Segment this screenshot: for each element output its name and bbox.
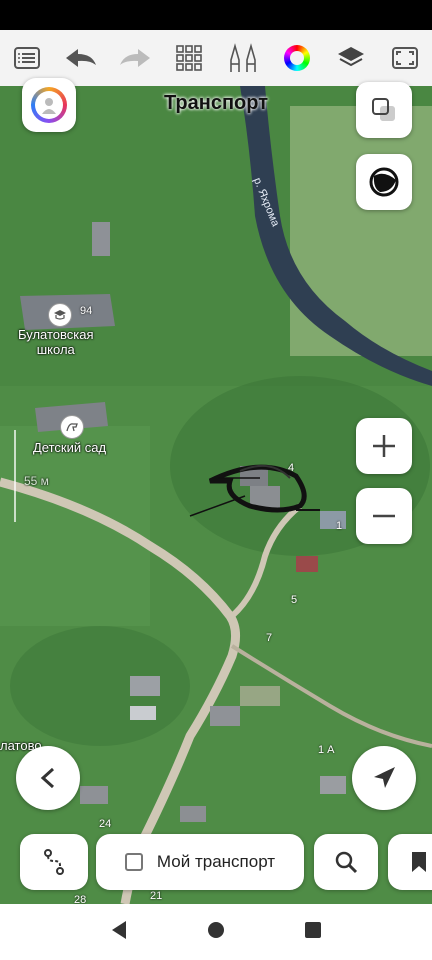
layers-icon <box>372 98 395 121</box>
house-number: 5 <box>291 594 298 606</box>
kindergarten-icon[interactable] <box>60 415 84 439</box>
kindergarten-label[interactable]: Детский сад <box>33 440 106 455</box>
my-transport-checkbox[interactable] <box>124 853 143 871</box>
my-location-button[interactable] <box>352 746 416 810</box>
route-button[interactable] <box>20 834 88 890</box>
traffic-button[interactable] <box>356 154 412 210</box>
minus-icon <box>373 514 395 518</box>
house-number: 1 <box>336 520 343 532</box>
house-number: 1 А <box>318 744 335 756</box>
search-icon <box>335 851 358 874</box>
navigation-arrow-icon <box>374 767 395 788</box>
system-nav-bar <box>0 904 432 960</box>
school-label[interactable]: Булатовская школа <box>18 327 94 357</box>
school-icon[interactable] <box>48 303 72 327</box>
my-transport-label: Мой транспорт <box>156 852 276 871</box>
chevron-left-icon <box>40 767 55 789</box>
house-number: 94 <box>80 305 93 317</box>
traffic-circle-icon <box>369 167 399 197</box>
color-wheel-icon[interactable] <box>277 38 317 78</box>
bookmarks-button[interactable] <box>388 834 432 890</box>
grid-icon[interactable] <box>169 38 209 78</box>
house-number: 21 <box>150 890 163 902</box>
layers-icon[interactable] <box>331 38 371 78</box>
recents-nav-icon[interactable] <box>304 921 322 944</box>
house-number: 4 <box>288 462 295 474</box>
home-nav-icon[interactable] <box>207 921 225 944</box>
profile-button[interactable] <box>22 78 76 132</box>
bookmark-icon <box>412 852 426 872</box>
status-bar <box>0 0 432 30</box>
scale-bar <box>14 430 16 522</box>
undo-icon[interactable] <box>61 38 101 78</box>
fullscreen-icon[interactable] <box>385 38 425 78</box>
zoom-out-button[interactable] <box>356 488 412 544</box>
redo-icon[interactable] <box>115 38 155 78</box>
pen-tools-icon[interactable] <box>223 38 263 78</box>
back-nav-icon[interactable] <box>110 920 128 945</box>
house-number: 7 <box>266 632 273 644</box>
route-icon <box>44 849 64 875</box>
back-button[interactable] <box>16 746 80 810</box>
house-number: 24 <box>99 818 112 830</box>
zoom-in-button[interactable] <box>356 418 412 474</box>
layers-button[interactable] <box>356 82 412 138</box>
scale-label: 55 м <box>24 474 49 488</box>
plus-icon <box>373 435 395 457</box>
my-transport-toggle[interactable]: Мой транспорт <box>96 834 304 890</box>
list-icon[interactable] <box>7 38 47 78</box>
avatar <box>31 87 67 123</box>
search-button[interactable] <box>314 834 378 890</box>
